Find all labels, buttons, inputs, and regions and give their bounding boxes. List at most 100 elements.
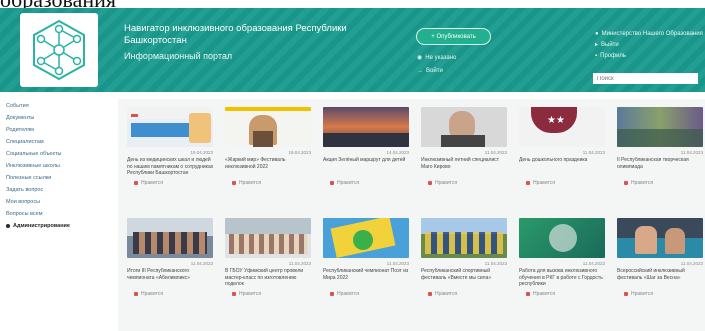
news-title[interactable]: Акция Зелёный маршрут для детей xyxy=(320,157,414,177)
sidebar-item-social-objects[interactable]: Социальные объекты xyxy=(0,148,115,160)
news-card[interactable]: 14.04.2023 Акция Зелёный маршрут для дет… xyxy=(320,107,414,212)
news-title[interactable]: «Жаркий мир» Фестиваль инклюзивной 2022 xyxy=(222,157,316,177)
globe-icon: ◉ xyxy=(417,55,423,61)
news-card[interactable]: 11.04.2023 Всероссийский инклюзивный фес… xyxy=(614,218,705,323)
news-thumbnail[interactable] xyxy=(617,107,703,147)
news-card[interactable]: 11.04.2023 Республиканский спортивный фе… xyxy=(418,218,512,323)
sidebar-item-label: Мои вопросы xyxy=(6,199,41,205)
login-link[interactable]: → Войти xyxy=(417,68,443,74)
news-card[interactable]: ★★ 11.04.2023 День дошкольного праздника… xyxy=(516,107,610,212)
news-thumbnail[interactable]: ★★ xyxy=(519,107,605,147)
like-label: Нравится xyxy=(239,180,262,186)
heart-icon xyxy=(624,181,628,185)
news-card[interactable]: 11.04.2023 Республиканский чемпионат Поэ… xyxy=(320,218,414,323)
heart-icon xyxy=(134,181,138,185)
like-button[interactable]: Нравится xyxy=(124,180,218,186)
site-header: Навигатор инклюзивного образования Респу… xyxy=(0,8,705,92)
like-button[interactable]: Нравится xyxy=(124,291,218,297)
news-date: 11.04.2023 xyxy=(582,261,605,266)
news-thumbnail[interactable] xyxy=(421,107,507,147)
sidebar-item-specialists[interactable]: Специалистам xyxy=(0,136,115,148)
news-thumbnail[interactable] xyxy=(421,218,507,258)
like-button[interactable]: Нравится xyxy=(320,291,414,297)
sidebar-item-documents[interactable]: Документы xyxy=(0,112,115,124)
user-link-1[interactable]: ▸ Выйти xyxy=(595,39,703,50)
news-card[interactable]: 11.04.2023 Инклюзивный летний специалист… xyxy=(418,107,512,212)
like-label: Нравится xyxy=(337,180,360,186)
news-thumbnail[interactable] xyxy=(225,107,311,147)
like-label: Нравится xyxy=(631,291,654,297)
news-thumbnail[interactable] xyxy=(617,218,703,258)
publish-button[interactable]: + Опубликовать xyxy=(416,28,491,45)
network-logo-icon xyxy=(33,19,85,81)
news-title[interactable]: Всероссийский инклюзивный фестиваль «Шаг… xyxy=(614,268,705,288)
sidebar-item-all-questions[interactable]: Вопросы всем xyxy=(0,208,115,220)
news-date: 11.04.2023 xyxy=(386,261,409,266)
news-title[interactable]: День из медицинских шкал и людей по наши… xyxy=(124,157,218,177)
heart-icon xyxy=(232,181,236,185)
news-card[interactable]: 11.04.2023 Итоги III Республиканского че… xyxy=(124,218,218,323)
user-name-row[interactable]: ● Министерство Нашего Образования xyxy=(595,28,703,39)
bullet-icon xyxy=(6,224,10,228)
sidebar-item-inclusive-schools[interactable]: Инклюзивные школы xyxy=(0,160,115,172)
news-title[interactable]: Итоги III Республиканского чемпионата «А… xyxy=(124,268,218,288)
sidebar-item-my-questions[interactable]: Мои вопросы xyxy=(0,196,115,208)
sidebar-item-label: Полезные ссылки xyxy=(6,175,52,181)
news-title[interactable]: День дошкольного праздника xyxy=(516,157,610,177)
news-date: 11.04.2023 xyxy=(484,261,507,266)
news-thumbnail[interactable] xyxy=(519,218,605,258)
news-card[interactable]: 19.04.2023 День из медицинских шкал и лю… xyxy=(124,107,218,212)
user-icon: ● xyxy=(595,30,599,37)
news-thumbnail[interactable] xyxy=(323,218,409,258)
header-link-1[interactable]: ◉ Не указано xyxy=(417,54,457,62)
like-button[interactable]: Нравится xyxy=(418,291,512,297)
news-title[interactable]: II Республиканская творческая олимпиада xyxy=(614,157,705,177)
like-button[interactable]: Нравится xyxy=(516,291,610,297)
portal-subtitle: Информационный портал xyxy=(124,51,233,61)
like-button[interactable]: Нравится xyxy=(222,291,316,297)
news-card[interactable]: 11.04.2023 Работа для вызова инклюзивног… xyxy=(516,218,610,323)
news-date: 11.04.2023 xyxy=(582,150,605,155)
sidebar-item-label: Родителям xyxy=(6,127,34,133)
sidebar-item-events[interactable]: События xyxy=(0,100,115,112)
user-link-2[interactable]: ▪ Профиль xyxy=(595,50,703,61)
like-button[interactable]: Нравится xyxy=(614,291,705,297)
news-card[interactable]: 19.04.2023 «Жаркий мир» Фестиваль инклюз… xyxy=(222,107,316,212)
like-button[interactable]: Нравится xyxy=(418,180,512,186)
news-title[interactable]: В ГБОУ Уфимский центр провели мастер-кла… xyxy=(222,268,316,288)
sidebar-item-label: Инклюзивные школы xyxy=(6,163,60,169)
sidebar-item-parents[interactable]: Родителям xyxy=(0,124,115,136)
news-title[interactable]: Работа для вызова инклюзивного обучения … xyxy=(516,268,610,288)
like-button[interactable]: Нравится xyxy=(614,180,705,186)
sidebar-item-useful-links[interactable]: Полезные ссылки xyxy=(0,172,115,184)
sidebar-item-label: Задать вопрос xyxy=(6,187,44,193)
sidebar-item-label: Вопросы всем xyxy=(6,211,43,217)
news-thumbnail[interactable] xyxy=(127,107,213,147)
like-label: Нравится xyxy=(141,291,164,297)
like-label: Нравится xyxy=(435,180,458,186)
like-button[interactable]: Нравится xyxy=(222,180,316,186)
like-button[interactable]: Нравится xyxy=(516,180,610,186)
search-input[interactable] xyxy=(593,73,698,84)
news-date: 11.04.2023 xyxy=(680,150,703,155)
news-title[interactable]: Инклюзивный летний специалист Маго Киров… xyxy=(418,157,512,177)
like-button[interactable]: Нравится xyxy=(320,180,414,186)
news-date: 19.04.2023 xyxy=(288,150,311,155)
logo[interactable] xyxy=(20,13,98,87)
news-thumbnail[interactable] xyxy=(225,218,311,258)
like-label: Нравится xyxy=(239,291,262,297)
sidebar-item-admin[interactable]: Администрирование xyxy=(0,220,115,232)
like-label: Нравится xyxy=(533,291,556,297)
news-thumbnail[interactable] xyxy=(127,218,213,258)
news-card[interactable]: 11.04.2023 В ГБОУ Уфимский центр провели… xyxy=(222,218,316,323)
sidebar-item-ask-question[interactable]: Задать вопрос xyxy=(0,184,115,196)
news-title[interactable]: Республиканский спортивный фестиваль «Вм… xyxy=(418,268,512,288)
sidebar-item-label: События xyxy=(6,103,29,109)
header-link-1-label: Не указано xyxy=(425,54,457,61)
heart-icon xyxy=(428,181,432,185)
like-label: Нравится xyxy=(337,291,360,297)
news-card[interactable]: 11.04.2023 II Республиканская творческая… xyxy=(614,107,705,212)
news-title[interactable]: Республиканский чемпионат Поэт из Мира 2… xyxy=(320,268,414,288)
stars-icon: ★★ xyxy=(547,115,565,126)
news-thumbnail[interactable] xyxy=(323,107,409,147)
